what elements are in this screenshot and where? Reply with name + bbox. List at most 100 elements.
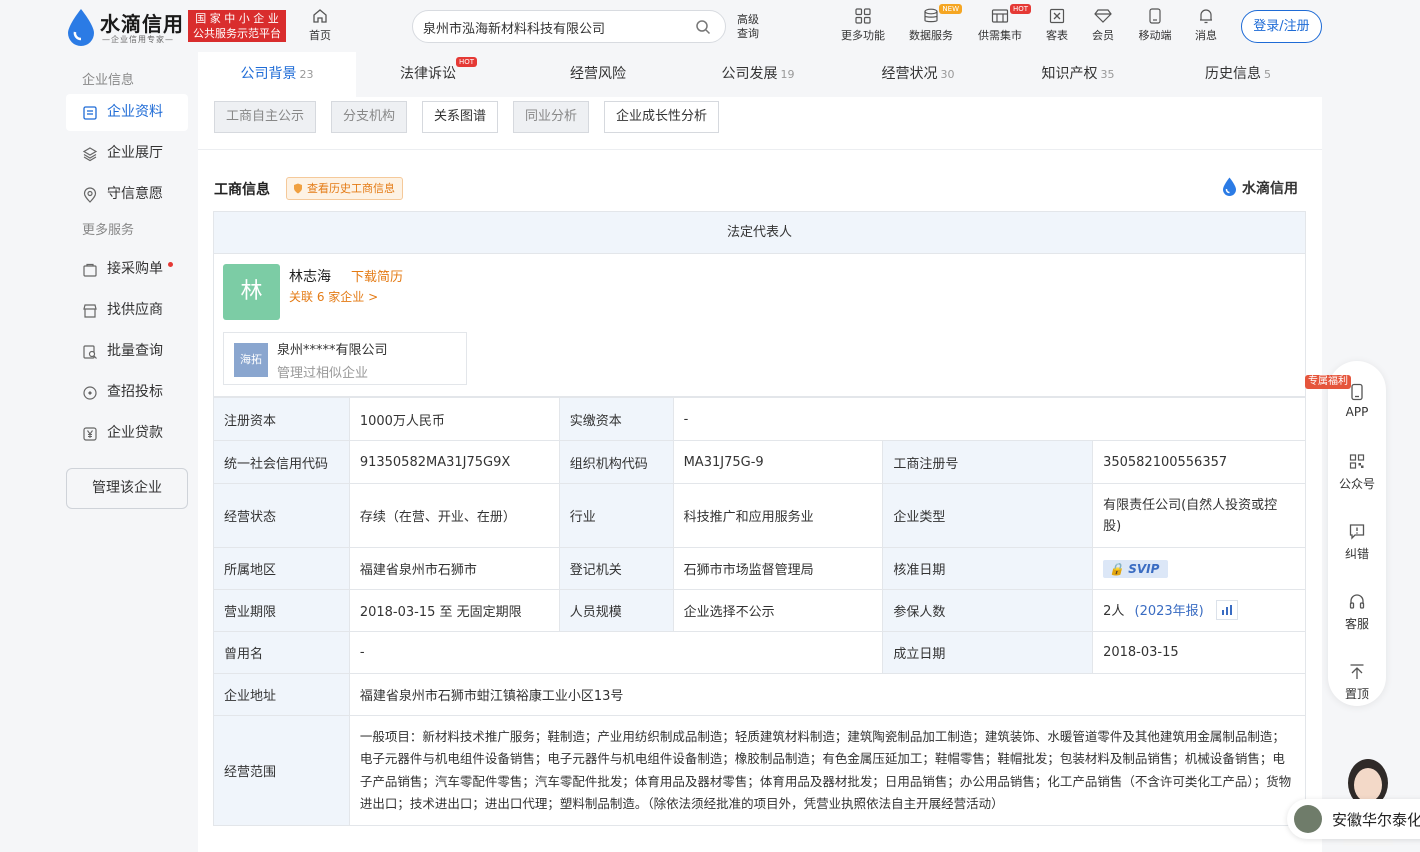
nav-label: 消息 bbox=[1195, 29, 1217, 42]
sidebar-item-batch-query[interactable]: 批量查询 bbox=[66, 333, 188, 370]
sidebar-item-credit-willingness[interactable]: 守信意愿 bbox=[66, 176, 188, 213]
table-key: 工商注册号 bbox=[882, 440, 1094, 484]
brand-watermark-text: 水滴信用 bbox=[1242, 181, 1298, 197]
sidebar-item-label: 查招投标 bbox=[107, 384, 163, 400]
table-value: 91350582MA31J75G9X bbox=[348, 440, 560, 484]
table-row: 经营状态 存续（在营、开业、在册） 行业 科技推广和应用服务业 企业类型 有限责… bbox=[213, 483, 1306, 548]
sidebar-item-label: 接采购单 bbox=[107, 261, 163, 277]
table-value: 存续（在营、开业、在册） bbox=[348, 483, 560, 548]
tab-count: 35 bbox=[1100, 68, 1115, 81]
nav-messages[interactable]: 消息 bbox=[1193, 8, 1219, 43]
nav-data-service[interactable]: 数据服务 NEW bbox=[908, 4, 962, 43]
subtab-relationship-graph[interactable]: 关系图谱 bbox=[422, 101, 499, 133]
table-row: 企业地址 福建省泉州市石狮市蚶江镇裕康工业小区13号 bbox=[213, 673, 1307, 716]
table-row: 统一社会信用代码 91350582MA31J75G9X 组织机构代码 MA31J… bbox=[213, 440, 1306, 484]
tab-company-development[interactable]: 公司发展 19 bbox=[698, 52, 818, 97]
tab-business-status[interactable]: 经营状况 30 bbox=[858, 52, 978, 97]
login-register-button[interactable]: 登录/注册 bbox=[1241, 10, 1322, 43]
subtab-self-disclosure[interactable]: 工商自主公示 bbox=[214, 101, 317, 133]
table-value: 福建省泉州市石狮市蚶江镇裕康工业小区13号 bbox=[348, 673, 1307, 716]
avatar[interactable]: 林 bbox=[223, 264, 280, 320]
table-key: 核准日期 bbox=[882, 547, 1094, 590]
table-row: 注册资本 1000万人民币 实缴资本 - bbox=[213, 397, 1307, 441]
feedback-icon bbox=[1349, 524, 1365, 540]
notification-dot bbox=[168, 262, 173, 267]
table-value: 2人 (2023年报) bbox=[1092, 589, 1306, 632]
search-box[interactable] bbox=[412, 10, 726, 43]
tab-bar: 公司背景 23 法律诉讼 HOT 经营风险 公司发展 19 经营状况 30 知识产权 35… bbox=[198, 52, 1322, 97]
subtab-branches[interactable]: 分支机构 bbox=[331, 101, 408, 133]
table-row: 曾用名 - 成立日期 2018-03-15 bbox=[213, 631, 1306, 674]
tab-company-background[interactable]: 公司背景 23 bbox=[198, 52, 356, 97]
manage-company-button[interactable]: 管理该企业 bbox=[66, 468, 188, 509]
shield-icon bbox=[294, 183, 302, 194]
float-back-to-top-button[interactable]: 置顶 bbox=[1328, 663, 1386, 702]
sidebar-item-company-profile[interactable]: 企业资料 bbox=[66, 94, 188, 131]
annual-report-link[interactable]: (2023年报) bbox=[1135, 604, 1204, 619]
tab-label: 公司发展 bbox=[721, 66, 778, 82]
table-value: 福建省泉州市石狮市 bbox=[348, 547, 560, 590]
download-resume-link[interactable]: 下载简历 bbox=[351, 266, 403, 285]
logo[interactable]: 水滴信用 —企业信用专家— 国 家 中 小 企 业 公共服务示范平台 bbox=[66, 6, 286, 46]
new-tag: NEW bbox=[939, 4, 962, 14]
legal-representative-name[interactable]: 林志海 bbox=[289, 266, 331, 286]
nav-excel[interactable]: 客表 bbox=[1044, 8, 1070, 43]
sidebar-item-bidding[interactable]: 查招投标 bbox=[66, 374, 188, 411]
svip-badge[interactable]: 🔒 SVIP bbox=[1103, 559, 1169, 578]
float-label: 置顶 bbox=[1344, 687, 1369, 701]
sidebar-section-more-services: 更多服务 bbox=[82, 223, 135, 238]
legal-representative-header: 法定代表人 bbox=[214, 212, 1305, 254]
tab-legal-litigation[interactable]: 法律诉讼 HOT bbox=[356, 52, 500, 97]
insured-count: 2人 bbox=[1103, 603, 1125, 619]
view-history-button[interactable]: 查看历史工商信息 bbox=[286, 177, 403, 200]
nav-mobile[interactable]: 移动端 bbox=[1136, 8, 1174, 43]
float-service-button[interactable]: 客服 bbox=[1328, 593, 1386, 632]
sidebar: 企业信息 企业资料 企业展厅 守信意愿 更多服务 接采购单 找供应商 批量查询 … bbox=[66, 60, 188, 509]
sidebar-item-label: 企业贷款 bbox=[107, 425, 163, 441]
sidebar-item-loans[interactable]: 企业贷款 bbox=[66, 415, 188, 452]
hot-tag: HOT bbox=[1009, 4, 1031, 14]
tab-label: 经营状况 bbox=[881, 66, 938, 82]
tab-intellectual-property[interactable]: 知识产权 35 bbox=[1018, 52, 1138, 97]
bid-icon bbox=[83, 386, 97, 400]
table-key: 行业 bbox=[558, 483, 674, 548]
nav-label: 移动端 bbox=[1138, 29, 1172, 42]
float-correction-button[interactable]: 纠错 bbox=[1328, 523, 1386, 562]
subtab-growth-analysis[interactable]: 企业成长性分析 bbox=[604, 101, 720, 133]
search-icon[interactable] bbox=[695, 19, 711, 35]
market-icon bbox=[991, 9, 1009, 23]
table-row: 所属地区 福建省泉州市石狮市 登记机关 石狮市市场监督管理局 核准日期 🔒 SV… bbox=[213, 547, 1306, 590]
nav-more-functions[interactable]: 更多功能 bbox=[841, 8, 885, 43]
legal-representative-card: 法定代表人 林 林志海 下载简历 关联 6 家企业 > 海拓 泉州*****有限… bbox=[213, 211, 1306, 397]
excel-icon bbox=[1049, 8, 1065, 24]
sidebar-item-showroom[interactable]: 企业展厅 bbox=[66, 135, 188, 172]
tab-business-risk[interactable]: 经营风险 bbox=[538, 52, 658, 97]
location-icon bbox=[83, 187, 97, 203]
table-value: 1000万人民币 bbox=[348, 397, 560, 441]
bar-chart-icon[interactable] bbox=[1215, 600, 1238, 621]
advanced-search-link[interactable]: 高级 查询 bbox=[737, 13, 767, 41]
purchase-icon bbox=[83, 263, 97, 277]
table-key: 营业期限 bbox=[213, 589, 350, 632]
nav-home[interactable]: 首页 bbox=[306, 8, 334, 43]
sidebar-item-find-suppliers[interactable]: 找供应商 bbox=[66, 292, 188, 329]
related-companies-link[interactable]: 关联 6 家企业 > bbox=[289, 288, 378, 305]
exclusive-benefit-tag[interactable]: 专属福利 bbox=[1305, 375, 1351, 389]
subtab-peer-analysis[interactable]: 同业分析 bbox=[513, 101, 590, 133]
table-key: 实缴资本 bbox=[558, 397, 674, 441]
table-value: 一般项目：新材料技术推广服务；鞋制造；产业用纺织制成品制造；轻质建筑材料制造；建… bbox=[348, 715, 1307, 826]
nav-member[interactable]: 会员 bbox=[1090, 8, 1116, 43]
tab-history[interactable]: 历史信息 5 bbox=[1178, 52, 1298, 97]
nav-supply-market[interactable]: 供需集市 HOT bbox=[977, 4, 1031, 43]
search-input[interactable] bbox=[423, 17, 683, 37]
qr-code-icon bbox=[1349, 454, 1365, 469]
float-wechat-button[interactable]: 公众号 bbox=[1328, 453, 1386, 492]
sidebar-item-label: 企业展厅 bbox=[107, 145, 163, 161]
table-key: 所属地区 bbox=[213, 547, 350, 590]
agent-chat-bar[interactable]: 安徽华尔泰化 bbox=[1287, 799, 1420, 839]
company-logo: 海拓 bbox=[234, 343, 268, 377]
lock-icon: 🔒 bbox=[1109, 561, 1125, 576]
brand-watermark: 水滴信用 bbox=[1223, 177, 1298, 198]
sidebar-item-purchase-orders[interactable]: 接采购单 bbox=[66, 251, 188, 288]
similar-company-card[interactable]: 海拓 泉州*****有限公司 管理过相似企业 bbox=[223, 332, 467, 385]
